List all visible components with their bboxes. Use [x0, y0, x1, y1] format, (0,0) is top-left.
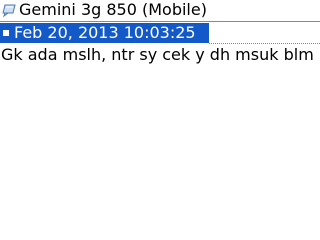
- message-bullet-icon: [3, 30, 9, 36]
- chat-bubble-icon: [1, 2, 16, 18]
- header-divider: [0, 21, 320, 22]
- chat-header: Gemini 3g 850 (Mobile): [0, 0, 320, 21]
- message-text: Gk ada mslh, ntr sy cek y dh msuk blm: [1, 45, 314, 64]
- message-timestamp: Feb 20, 2013 10:03:25: [14, 23, 196, 42]
- message-header-row[interactable]: Feb 20, 2013 10:03:25: [0, 23, 320, 44]
- chat-screen: Gemini 3g 850 (Mobile) Feb 20, 2013 10:0…: [0, 0, 320, 240]
- contact-name: Gemini 3g 850 (Mobile): [19, 0, 207, 19]
